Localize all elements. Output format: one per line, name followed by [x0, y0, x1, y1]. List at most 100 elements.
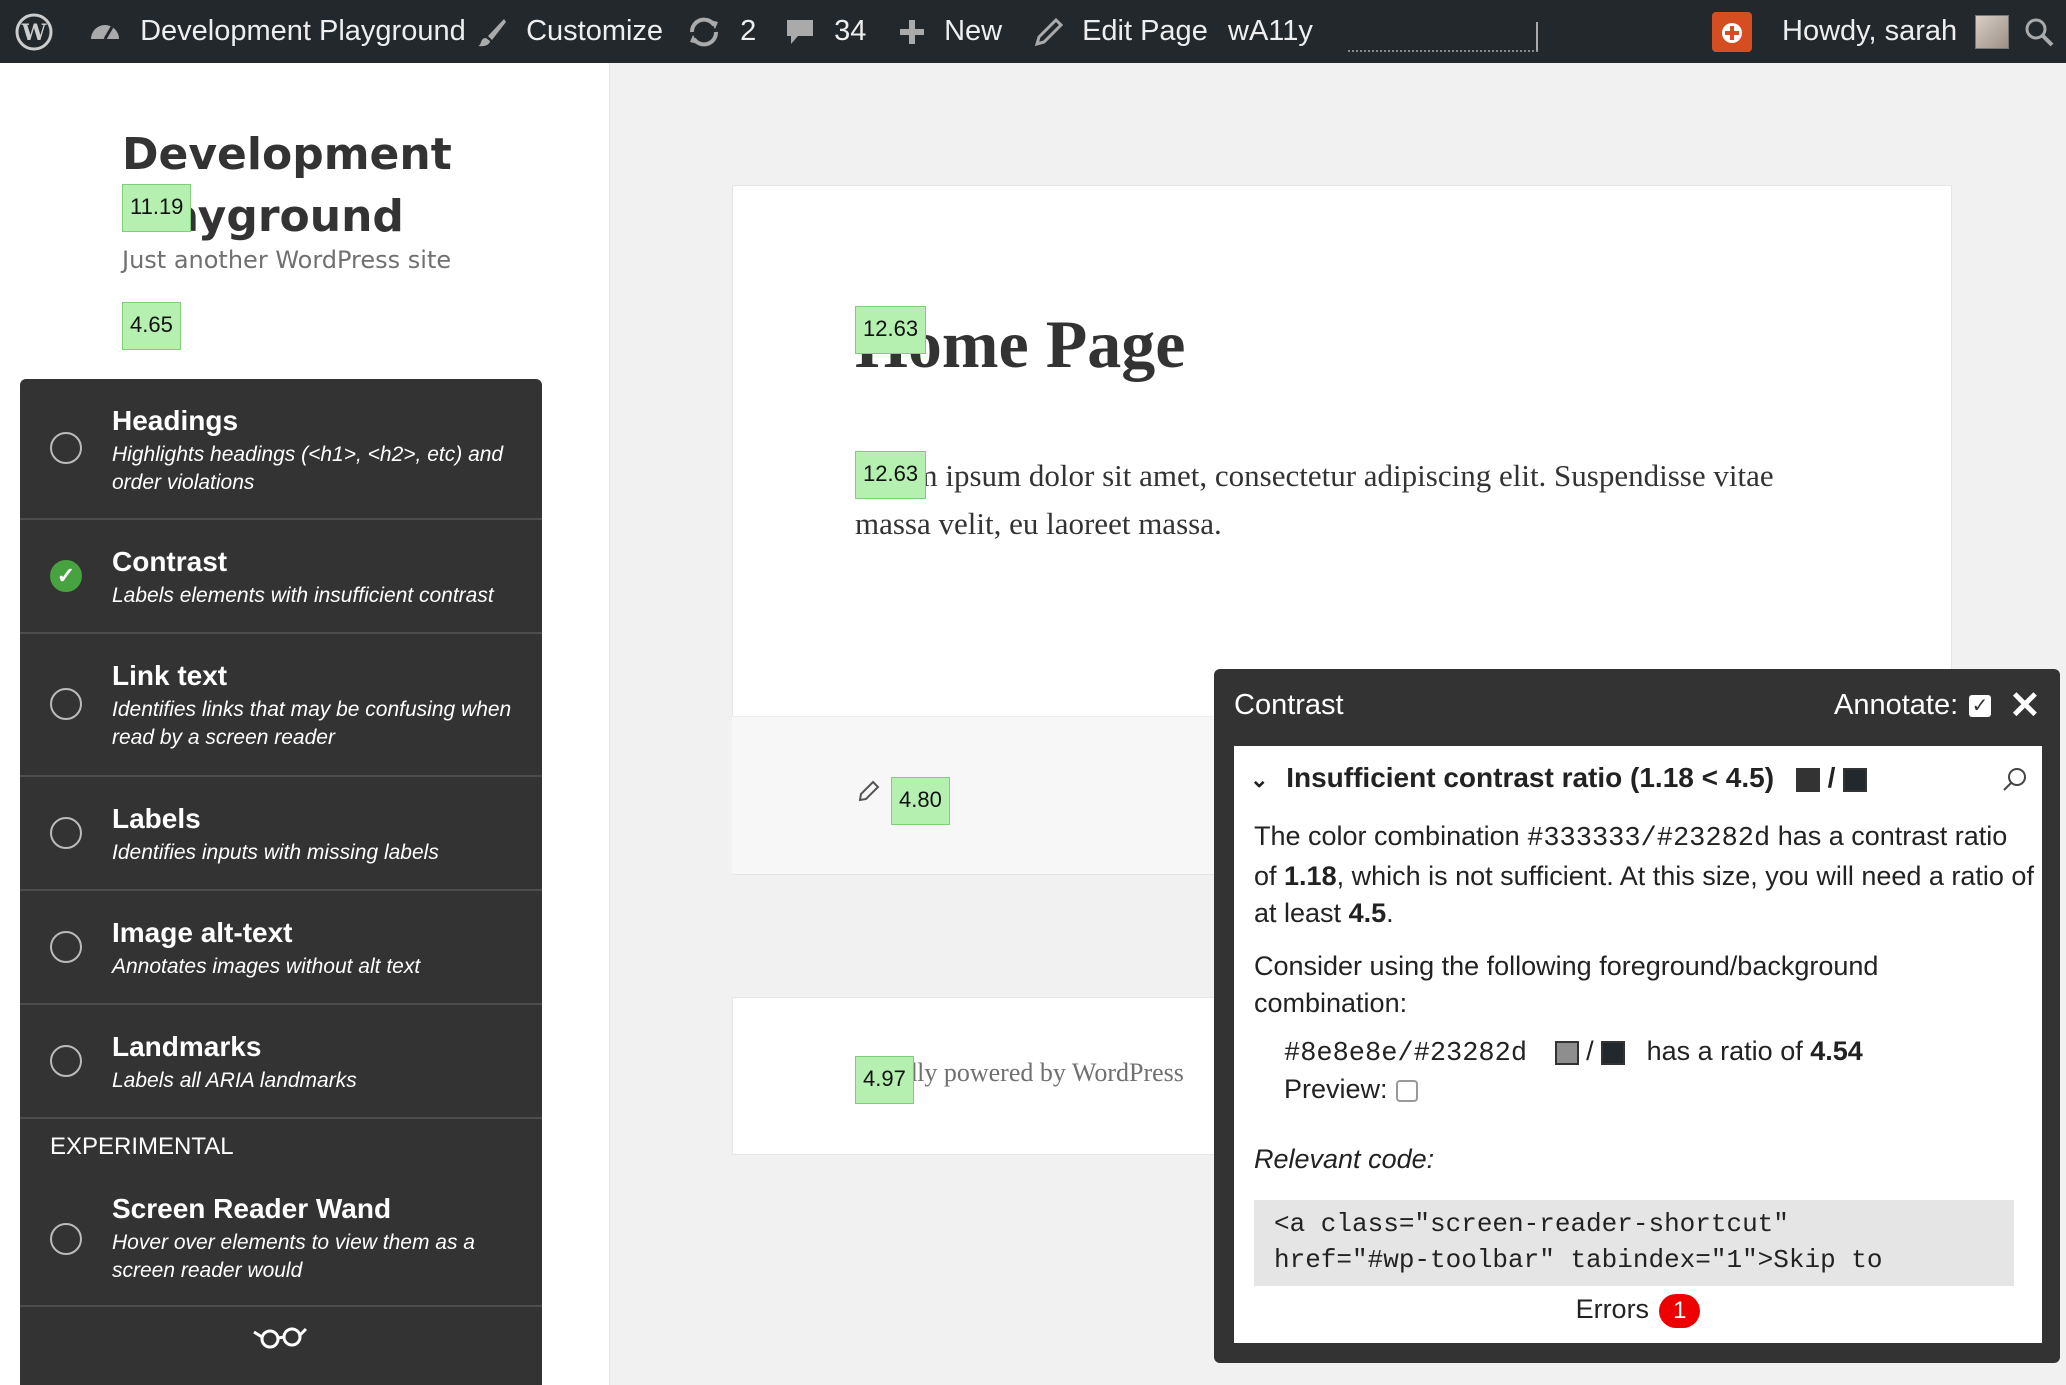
site-description: Just another WordPress site [122, 246, 452, 274]
relevant-code-block: <a class="screen-reader-shortcut" href="… [1254, 1200, 2014, 1286]
contrast-badge-site-title: 11.19 [122, 184, 192, 232]
tool-contrast[interactable]: ✓ Contrast Labels elements with insuffic… [20, 520, 542, 634]
issue-details: ⌄ Insufficient contrast ratio (1.18 < 4.… [1234, 746, 2042, 1343]
plus-circle-icon [1720, 16, 1744, 48]
issue-min-ratio: 4.5 [1348, 898, 1387, 928]
updates-count: 2 [740, 15, 757, 47]
tool-description: Labels elements with insufficient contra… [112, 584, 494, 607]
screen-reader-wand-radio[interactable] [50, 1223, 82, 1255]
contrast-details-panel: Contrast Annotate: ✓ ✕ ⌄ Insufficient co… [1214, 669, 2060, 1363]
comment-bubble-icon [784, 15, 816, 47]
annotate-label: Annotate: [1834, 689, 1959, 721]
headings-radio[interactable] [50, 432, 82, 464]
new-content-menu[interactable]: New [898, 0, 1002, 63]
pencil-icon [1034, 15, 1064, 47]
svg-text:W: W [21, 20, 47, 46]
labels-radio[interactable] [50, 817, 82, 849]
howdy-label: Howdy, sarah [1782, 15, 1958, 47]
dashboard-icon [88, 15, 122, 47]
contrast-badge-footer: 4.97 [855, 1056, 914, 1104]
errors-count-badge: 1 [1659, 1294, 1701, 1328]
close-icon[interactable]: ✕ [2009, 683, 2041, 728]
tool-description: Highlights headings (<h1>, <h2>, etc) an… [112, 443, 504, 494]
tool-description: Labels all ARIA landmarks [112, 1069, 357, 1092]
customize-label: Customize [526, 15, 664, 47]
tool-headings[interactable]: Headings Highlights headings (<h1>, <h2>… [20, 379, 542, 520]
suggestion-row: #8e8e8e/#23282d / has a ratio of 4.54 [1284, 1036, 1863, 1069]
panel-title: Contrast [1234, 689, 1344, 721]
issue-ratio: 1.18 [1284, 861, 1337, 891]
tool-description: Annotates images without alt text [112, 955, 421, 978]
plus-icon [898, 15, 926, 47]
suggestion-intro: Consider using the following foreground/… [1254, 951, 1879, 1018]
contrast-badge-edit-link: 4.80 [891, 777, 950, 825]
my-account-menu[interactable]: Howdy, sarah [1782, 0, 2010, 63]
edit-page-link[interactable]: Edit Page [1034, 0, 1208, 63]
comments-count: 34 [834, 15, 867, 47]
post-content: Lorem ipsum dolor sit amet, consectetur … [855, 458, 1774, 541]
tool-labels[interactable]: Labels Identifies inputs with missing la… [20, 777, 542, 891]
tool-name: Link text [112, 660, 228, 691]
avatar [1975, 15, 2010, 50]
foreground-swatch [1795, 767, 1820, 792]
suggested-colors: #8e8e8e/#23282d [1284, 1039, 1528, 1069]
tool-description: Hover over elements to view them as a sc… [112, 1231, 475, 1282]
tool-name: Labels [112, 803, 201, 834]
annotate-checkbox[interactable]: ✓ [1969, 695, 1991, 717]
link-text-radio[interactable] [50, 688, 82, 720]
glasses-icon[interactable] [252, 1323, 308, 1356]
edit-pencil-icon[interactable] [858, 780, 880, 807]
tool-description: Identifies links that may be confusing w… [112, 698, 512, 749]
issue-title: Insufficient contrast ratio (1.18 < 4.5) [1286, 762, 1775, 793]
issue-message: The color combination #333333/#23282d ha… [1254, 821, 2034, 928]
tool-link-text[interactable]: Link text Identifies links that may be c… [20, 634, 542, 777]
wa11y-menu[interactable]: wA11y [1228, 0, 1313, 63]
errors-label: Errors [1575, 1294, 1650, 1324]
search-icon[interactable] [2024, 0, 2054, 63]
tool-image-alt-text[interactable]: Image alt-text Annotates images without … [20, 891, 542, 1005]
paintbrush-icon [476, 15, 508, 47]
tool-name: Screen Reader Wand [112, 1193, 392, 1224]
suggested-fg-swatch [1554, 1040, 1579, 1065]
tool-name: Landmarks [112, 1031, 262, 1062]
chevron-down-icon[interactable]: ⌄ [1250, 767, 1268, 792]
site-name-label: Development Playground [140, 15, 466, 47]
updates-menu[interactable]: 2 [686, 0, 756, 63]
edit-page-label: Edit Page [1082, 15, 1208, 47]
suggested-bg-swatch [1601, 1040, 1626, 1065]
relevant-code-label: Relevant code: [1254, 1144, 1435, 1174]
customize-menu[interactable]: Customize [476, 0, 663, 63]
tool-description: Identifies inputs with missing labels [112, 841, 439, 864]
wordpress-logo-icon[interactable]: W [14, 0, 54, 63]
image-alt-radio[interactable] [50, 931, 82, 963]
tool-name: Headings [112, 405, 239, 436]
contrast-badge-post-body: 12.63 [855, 451, 927, 499]
tool-name: Image alt-text [112, 917, 293, 948]
updates-icon [686, 15, 722, 47]
errors-footer[interactable]: Errors 1 [1234, 1294, 2042, 1328]
contrast-badge-site-desc: 4.65 [122, 302, 181, 350]
issue-header[interactable]: ⌄ Insufficient contrast ratio (1.18 < 4.… [1250, 762, 1868, 794]
wa11y-label: wA11y [1228, 15, 1313, 47]
magnifier-icon[interactable] [2002, 766, 2028, 797]
site-name-menu[interactable]: Development Playground [88, 0, 466, 63]
preview-checkbox[interactable] [1395, 1079, 1418, 1102]
new-label: New [944, 15, 1003, 47]
background-swatch [1843, 767, 1868, 792]
issue-colors: #333333/#23282d [1527, 824, 1771, 854]
check-icon[interactable]: ✓ [50, 560, 82, 592]
experimental-heading: EXPERIMENTAL [50, 1133, 234, 1160]
tool-screen-reader-wand[interactable]: Screen Reader Wand Hover over elements t… [20, 1173, 542, 1307]
accessibility-tools-panel: Headings Highlights headings (<h1>, <h2>… [20, 379, 542, 1385]
landmarks-radio[interactable] [50, 1045, 82, 1077]
comments-menu[interactable]: 34 [784, 0, 866, 63]
preview-row: Preview: [1284, 1074, 1418, 1105]
admin-bar: W Development Playground Customize 2 34 … [0, 0, 2066, 63]
tool-name: Contrast [112, 546, 228, 577]
preview-label: Preview: [1284, 1074, 1388, 1104]
tool-landmarks[interactable]: Landmarks Labels all ARIA landmarks [20, 1005, 542, 1119]
contrast-badge-post-title: 12.63 [855, 306, 927, 354]
toolbar-focus-outline [1348, 22, 1538, 52]
suggested-ratio: 4.54 [1810, 1036, 1863, 1066]
notification-button[interactable] [1712, 12, 1752, 52]
